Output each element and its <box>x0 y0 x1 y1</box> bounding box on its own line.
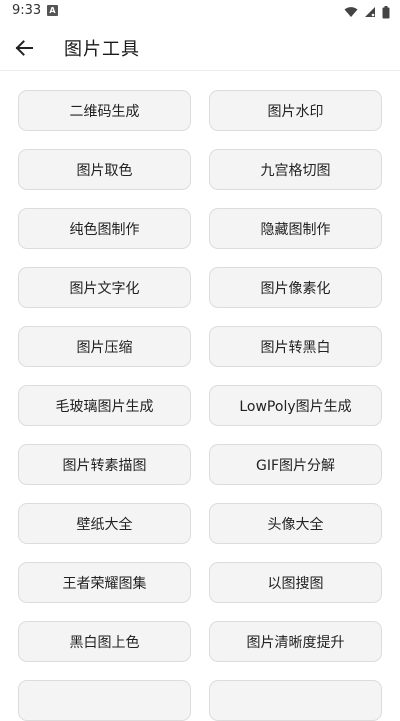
tool-color-picker-button[interactable]: 图片取色 <box>18 149 191 190</box>
tool-avatars-button[interactable]: 头像大全 <box>209 503 382 544</box>
tool-grid: 二维码生成 图片水印 图片取色 九宫格切图 纯色图制作 隐藏图制作 图片文字化 … <box>18 90 382 721</box>
tool-frosted-glass-button[interactable]: 毛玻璃图片生成 <box>18 385 191 426</box>
status-icons <box>344 4 390 20</box>
tool-gif-split-button[interactable]: GIF图片分解 <box>209 444 382 485</box>
tool-sketch-button[interactable]: 图片转素描图 <box>18 444 191 485</box>
tool-partial-right-button[interactable] <box>209 680 382 721</box>
tool-colorize-button[interactable]: 黑白图上色 <box>18 621 191 662</box>
tool-image-to-text-button[interactable]: 图片文字化 <box>18 267 191 308</box>
battery-icon <box>382 5 390 18</box>
tool-compress-button[interactable]: 图片压缩 <box>18 326 191 367</box>
tool-image-watermark-button[interactable]: 图片水印 <box>209 90 382 131</box>
notification-badge-icon: A <box>47 5 58 16</box>
tool-reverse-image-search-button[interactable]: 以图搜图 <box>209 562 382 603</box>
tool-partial-left-button[interactable] <box>18 680 191 721</box>
tool-enhance-clarity-button[interactable]: 图片清晰度提升 <box>209 621 382 662</box>
signal-icon <box>365 7 375 17</box>
status-bar: 9:33 A <box>0 0 400 24</box>
status-time: 9:33 <box>12 3 42 18</box>
back-button[interactable] <box>10 34 38 62</box>
tool-wallpapers-button[interactable]: 壁纸大全 <box>18 503 191 544</box>
tool-honor-of-kings-gallery-button[interactable]: 王者荣耀图集 <box>18 562 191 603</box>
tool-hidden-image-button[interactable]: 隐藏图制作 <box>209 208 382 249</box>
tool-nine-grid-cut-button[interactable]: 九宫格切图 <box>209 149 382 190</box>
tool-solid-color-image-button[interactable]: 纯色图制作 <box>18 208 191 249</box>
page-title: 图片工具 <box>64 39 140 60</box>
tool-qr-code-generate-button[interactable]: 二维码生成 <box>18 90 191 131</box>
tool-lowpoly-button[interactable]: LowPoly图片生成 <box>209 385 382 426</box>
tool-pixelate-button[interactable]: 图片像素化 <box>209 267 382 308</box>
app-bar: 图片工具 <box>0 24 400 71</box>
tool-black-white-button[interactable]: 图片转黑白 <box>209 326 382 367</box>
arrow-left-icon <box>15 40 33 56</box>
wifi-icon <box>344 7 358 17</box>
